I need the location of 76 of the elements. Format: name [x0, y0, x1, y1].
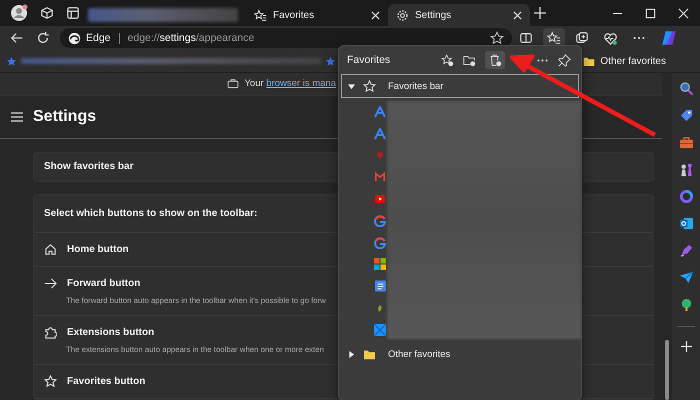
setting-label: Extensions button: [67, 327, 154, 338]
chess-pieces-icon[interactable]: [678, 162, 694, 177]
toolbox-icon[interactable]: [678, 135, 694, 150]
section-heading: Select which buttons to show on the toolbar:: [44, 208, 258, 219]
site-label: Edge: [86, 32, 111, 44]
workspaces-icon[interactable]: [40, 6, 54, 20]
folder-row[interactable]: Other favorites: [341, 342, 579, 367]
managed-browser-link[interactable]: browser is mana: [266, 78, 336, 90]
profile-avatar-icon[interactable]: [10, 4, 28, 22]
favorites-icon: [254, 8, 267, 22]
close-tab-icon[interactable]: [513, 10, 522, 20]
add-favorite-icon[interactable]: [441, 54, 454, 66]
setting-label: Show favorites bar: [44, 161, 134, 172]
leaf-icon: [376, 302, 384, 314]
setting-label: Home button: [67, 244, 129, 255]
forward-arrow-icon: [44, 277, 57, 290]
tab-actions-icon[interactable]: [66, 6, 80, 20]
letter-a-icon: [374, 128, 386, 140]
collections-icon[interactable]: [575, 31, 589, 45]
settings-title: Settings: [33, 108, 96, 126]
menu-icon[interactable]: [11, 112, 23, 122]
letter-m-icon: [374, 172, 386, 182]
back-arrow-icon[interactable]: [10, 31, 24, 45]
shield-icon: [376, 151, 384, 160]
add-folder-icon[interactable]: [463, 54, 476, 66]
url-text: edge://settings/appearance: [128, 32, 254, 44]
favorites-icon: [547, 31, 561, 45]
refresh-icon[interactable]: [36, 31, 50, 45]
close-window-icon[interactable]: [678, 8, 689, 18]
pen-icon[interactable]: [678, 243, 694, 258]
panel-title: Favorites: [347, 54, 390, 66]
tile-icon: [374, 324, 386, 336]
gear-icon: [396, 8, 409, 22]
close-tab-icon[interactable]: [371, 10, 380, 20]
setting-label: Forward button: [67, 278, 140, 289]
swirl-logo-icon: [68, 32, 81, 44]
collapse-triangle-icon: [348, 82, 355, 90]
star-icon[interactable]: [325, 56, 336, 66]
star-icon: [363, 80, 376, 92]
tab-title: Settings: [415, 10, 452, 20]
folder-icon: [363, 349, 376, 360]
play-icon: [374, 194, 386, 204]
address-field[interactable]: Edge edge://settings/appearance: [60, 28, 512, 48]
mail-icon[interactable]: [678, 216, 694, 231]
scrollbar-thumb[interactable]: [665, 340, 669, 400]
folder-row[interactable]: Favorites bar: [341, 74, 579, 98]
heart-pulse-icon[interactable]: [603, 30, 618, 46]
four-squares-icon: [374, 258, 386, 270]
letter-a-icon: [374, 106, 386, 118]
star-icon: [44, 375, 57, 388]
split-screen-icon[interactable]: [519, 31, 533, 45]
document-icon: [374, 280, 386, 292]
letter-g-icon: [374, 214, 386, 227]
home-icon: [44, 243, 57, 256]
managed-browser-notice: Your browser is mana: [244, 78, 336, 90]
briefcase-icon: [227, 78, 240, 90]
setting-label: Favorites button: [67, 376, 146, 387]
paper-plane-icon[interactable]: [678, 270, 694, 285]
pin-icon[interactable]: [558, 54, 571, 66]
star-icon[interactable]: [490, 31, 504, 45]
puzzle-icon: [44, 326, 57, 339]
search-icon[interactable]: [678, 81, 694, 96]
trash-icon: [488, 54, 502, 66]
tab-title: Favorites: [273, 10, 316, 20]
add-icon[interactable]: [680, 341, 692, 352]
other-favorites-folder[interactable]: Other favorites: [583, 56, 666, 66]
expand-triangle-icon: [348, 351, 355, 358]
folder-icon: [583, 56, 596, 66]
new-tab-icon[interactable]: [534, 7, 546, 19]
tag-icon[interactable]: [678, 108, 694, 123]
remove-duplicates-button[interactable]: [485, 51, 505, 69]
letter-g-icon: [374, 236, 386, 249]
star-icon[interactable]: [6, 56, 17, 66]
browser-tab[interactable]: Settings: [388, 4, 530, 26]
maximize-icon[interactable]: [645, 8, 656, 18]
ring-logo-icon[interactable]: [678, 189, 694, 204]
